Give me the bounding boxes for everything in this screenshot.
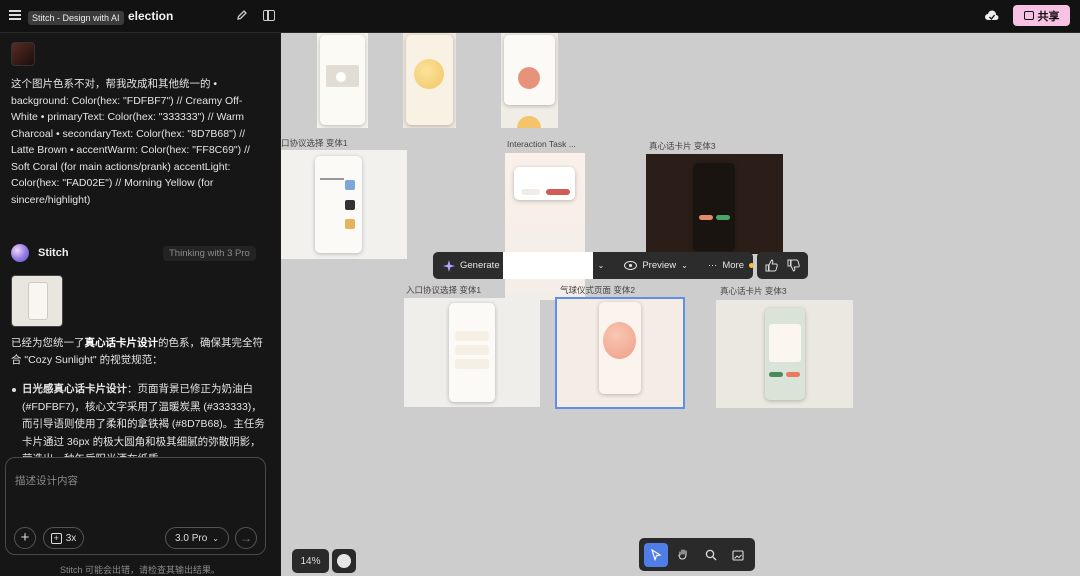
frame-label[interactable]: 气球仪式页面 变体2: [560, 284, 635, 296]
toggle-panel-icon[interactable]: [263, 10, 275, 21]
generate-dropdown[interactable]: [502, 252, 593, 279]
frame-label[interactable]: 真心话卡片 变体3: [649, 140, 716, 152]
prompt-input[interactable]: 描述设计内容: [15, 473, 78, 488]
feedback-group: [757, 252, 808, 279]
yellow-circle-preview: [517, 116, 541, 128]
bullet-title: 日光感真心话卡片设计: [22, 383, 127, 395]
design-frame-selected[interactable]: [555, 297, 685, 409]
project-title[interactable]: election: [128, 9, 173, 23]
assistant-reply: 已经为您统一了真心话卡片设计的色系，确保其完全符合 "Cozy Sunlight…: [11, 335, 266, 369]
stitch-logo-icon: [11, 244, 29, 262]
sparkle-icon: [443, 259, 455, 272]
thumbs-down-icon[interactable]: [787, 259, 800, 272]
frame-label[interactable]: 真心话卡片 变体3: [720, 285, 787, 297]
thumbs-up-icon[interactable]: [765, 259, 779, 272]
share-button[interactable]: 共享: [1013, 5, 1070, 26]
phone-mock: [599, 302, 641, 394]
chevron-down-icon: ⌄: [212, 533, 219, 543]
menu-icon[interactable]: [9, 10, 21, 20]
lock-icon: [1023, 11, 1034, 20]
hand-icon: [678, 549, 687, 560]
phone-mock: [504, 35, 555, 105]
phone-mock: [315, 156, 362, 253]
popup-card-mock: [514, 167, 575, 200]
model-label: 3.0 Pro: [175, 532, 208, 544]
eye-icon: [624, 261, 638, 270]
more-label: More: [722, 260, 744, 271]
design-frame[interactable]: [646, 154, 783, 254]
design-frame[interactable]: [403, 33, 456, 128]
design-frame[interactable]: [716, 300, 853, 408]
canvas-tools: [639, 538, 755, 571]
dark-phone-mock: [693, 163, 735, 251]
chevron-down-icon: ⌄: [681, 261, 688, 270]
phone-mock: [320, 35, 365, 125]
frame-label[interactable]: Interaction Task ...: [507, 139, 576, 149]
phone-mock: [406, 35, 453, 125]
search-icon: [705, 549, 717, 560]
frame-label[interactable]: 口协议选择 变体1: [281, 137, 348, 149]
notification-dot: [748, 263, 754, 268]
preview-label: Preview: [642, 260, 677, 271]
select-tool[interactable]: [643, 542, 668, 567]
zoom-level[interactable]: 14%: [292, 549, 329, 573]
design-frame[interactable]: [404, 298, 540, 407]
user-message: 这个图片色系不对，帮我改成和其他统一的 • background: Color(…: [11, 78, 250, 206]
app-tooltip: Stitch - Design with AI: [28, 11, 124, 25]
add-attachment-button[interactable]: +: [14, 527, 36, 549]
cloud-icon[interactable]: [984, 9, 1000, 23]
frame-label[interactable]: 入口协议选择 变体1: [406, 284, 481, 296]
ellipsis-icon: ···: [707, 260, 718, 271]
variants-label: 3x: [65, 532, 77, 544]
phone-mock: [765, 308, 805, 400]
design-frame[interactable]: [501, 33, 558, 128]
chevron-down-icon: ⌄: [597, 261, 605, 270]
more-button[interactable]: ··· More: [698, 252, 764, 279]
hand-tool[interactable]: [671, 543, 695, 567]
edit-icon[interactable]: [236, 9, 248, 21]
image-tool[interactable]: [726, 543, 750, 567]
generate-button[interactable]: Generate ⌄: [433, 252, 614, 279]
chat-sidebar: 这个图片色系不对，帮我改成和其他统一的 • background: Color(…: [0, 33, 280, 576]
variants-button[interactable]: + 3x: [43, 527, 84, 549]
prompt-composer[interactable]: 描述设计内容 + + 3x 3.0 Pro ⌄ →: [5, 457, 266, 555]
send-button[interactable]: →: [235, 527, 257, 549]
pointer-icon: [650, 548, 662, 561]
plus-square-icon: +: [50, 532, 62, 544]
reply-prefix: 已经为您统一了: [11, 337, 85, 349]
design-canvas[interactable]: 口协议选择 变体1 Interaction Task ... 真心话卡片 变体3…: [281, 33, 1080, 576]
share-label: 共享: [1037, 10, 1060, 23]
theme-toggle-button[interactable]: [332, 549, 356, 573]
assistant-name: Stitch: [38, 247, 69, 259]
preview-button[interactable]: Preview ⌄: [614, 252, 698, 279]
user-image-thumbnail[interactable]: [11, 42, 35, 66]
zoom-tool[interactable]: [699, 543, 723, 567]
model-select[interactable]: 3.0 Pro ⌄: [165, 527, 229, 549]
phone-mock: [449, 303, 495, 402]
selection-toolbar: Generate ⌄ Preview ⌄ ··· More: [433, 252, 754, 279]
thinking-badge[interactable]: Thinking with 3 Pro: [163, 246, 256, 261]
design-thumbnail[interactable]: [11, 275, 63, 327]
design-frame[interactable]: [281, 150, 407, 259]
reply-bullet: 日光感真心话卡片设计：页面背景已修正为奶油白 (#FDFBF7)，核心文字采用了…: [11, 381, 266, 458]
generate-label: Generate: [460, 260, 500, 271]
reply-bold: 真心话卡片设计: [84, 337, 159, 349]
design-frame[interactable]: [317, 33, 368, 128]
image-add-icon: [732, 549, 744, 561]
top-bar: Stitch - Design with AI election 共享: [0, 0, 1080, 33]
disclaimer-text: Stitch 可能会出错，请检查其输出结果。: [59, 565, 220, 575]
